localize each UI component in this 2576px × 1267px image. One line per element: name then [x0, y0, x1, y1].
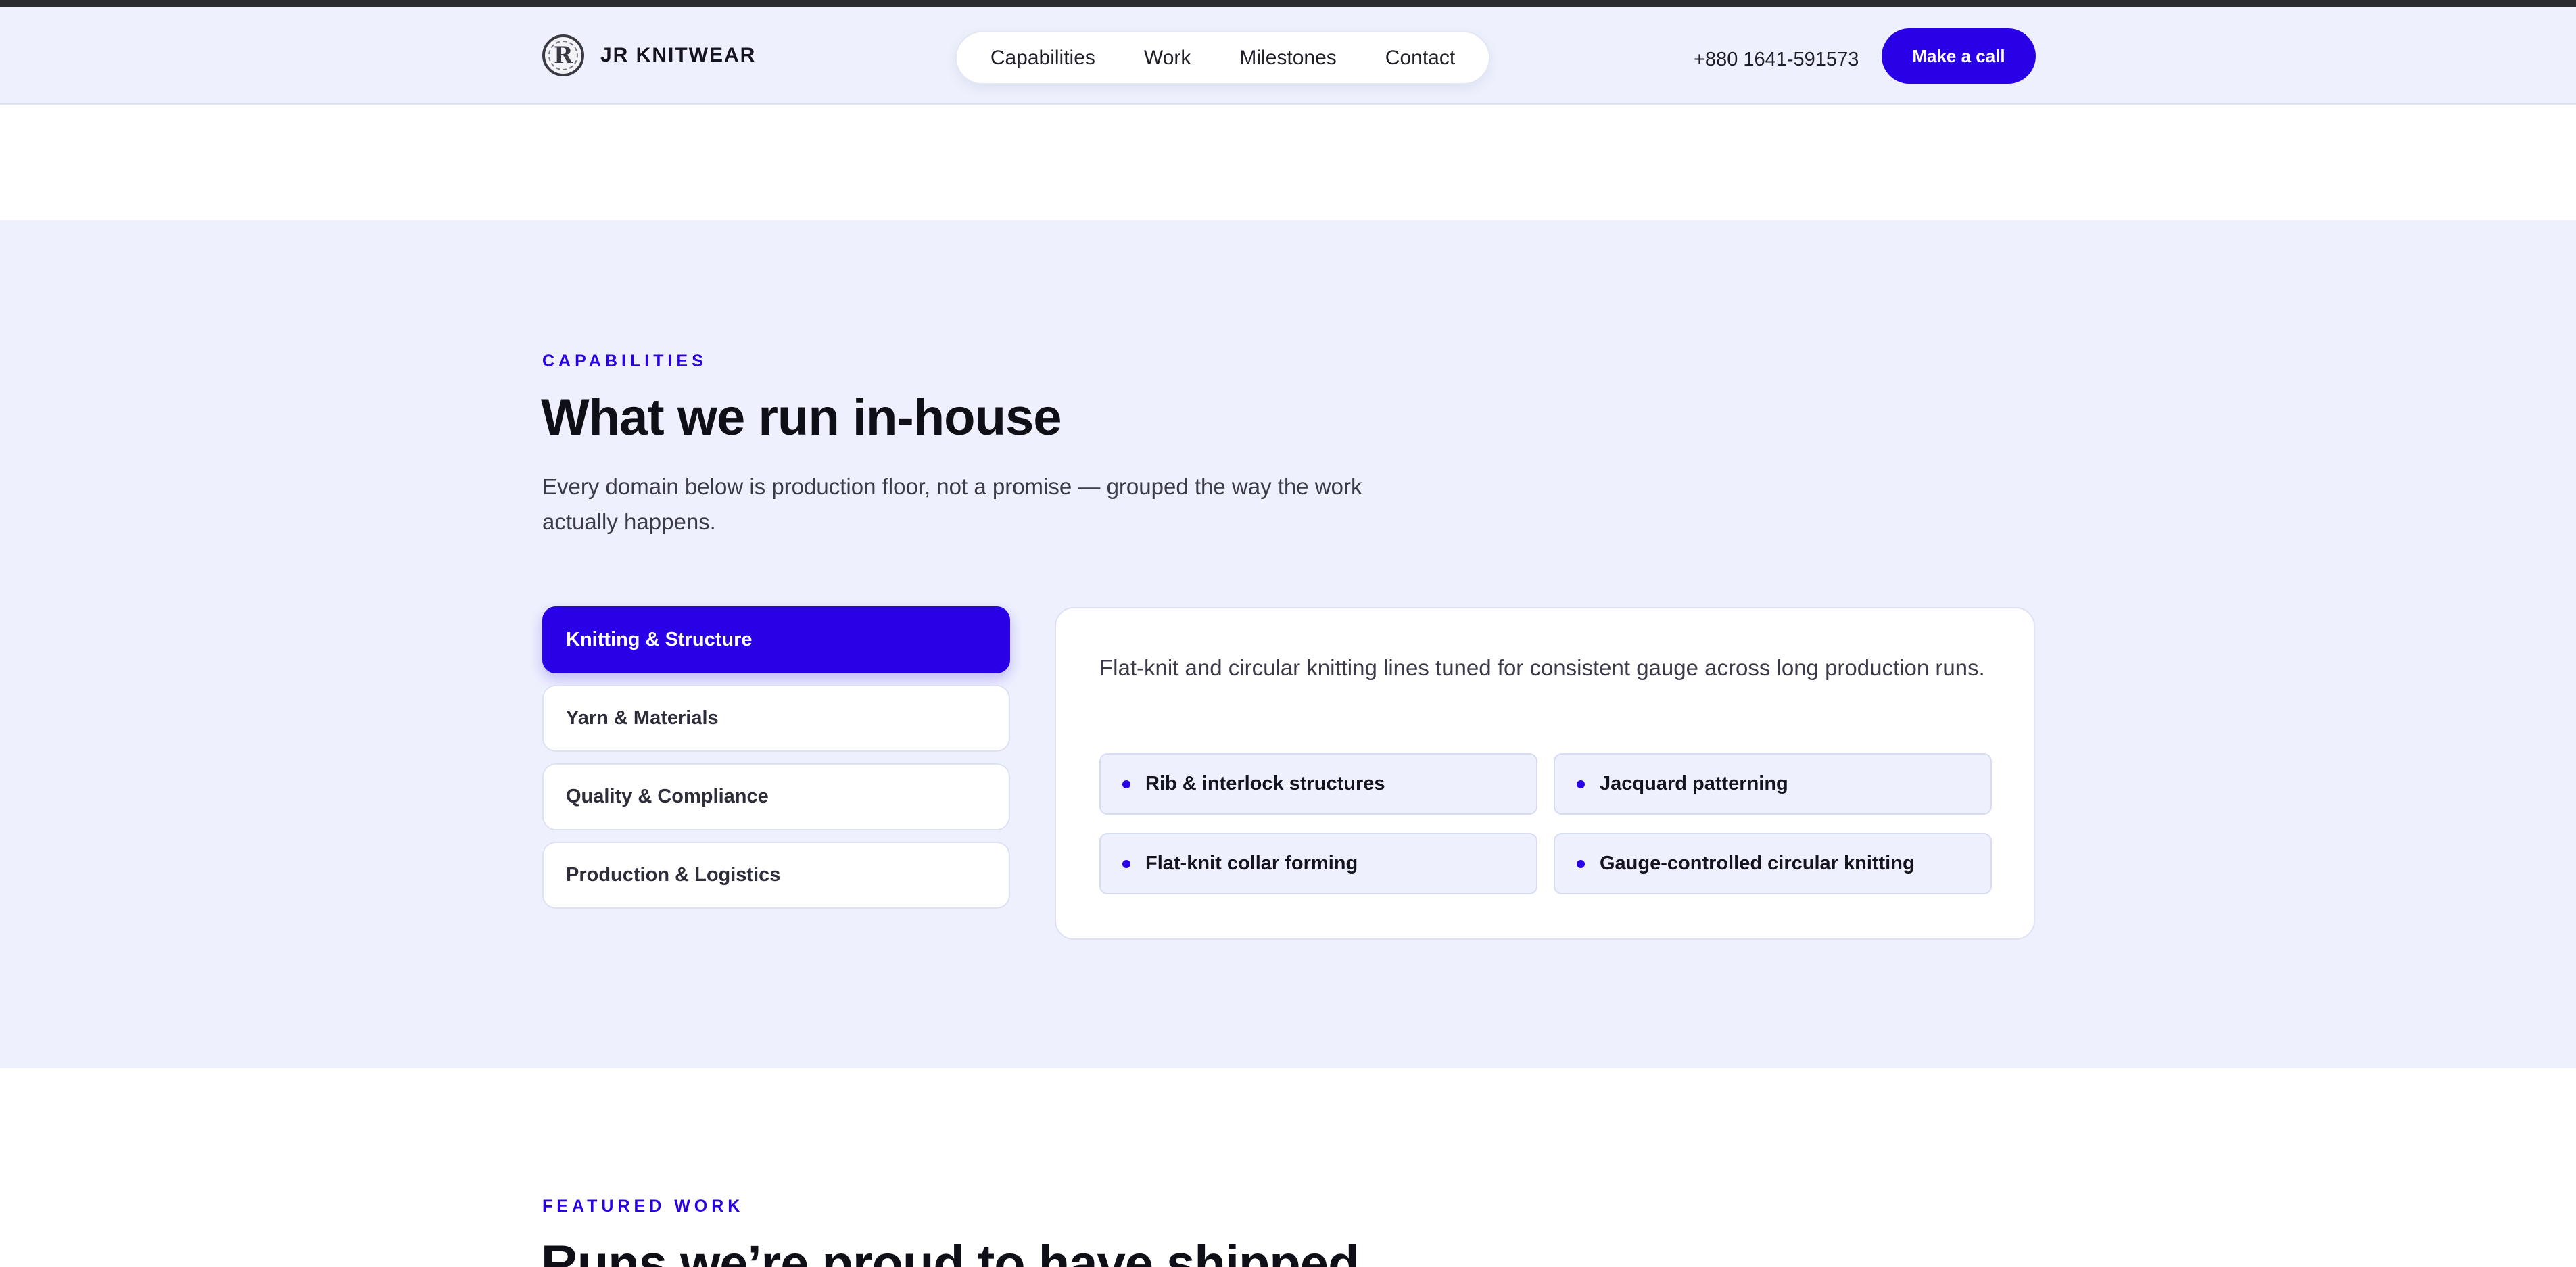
tab-knitting-structure[interactable]: Knitting & Structure: [542, 606, 1010, 673]
tab-quality-compliance[interactable]: Quality & Compliance: [542, 763, 1010, 830]
capability-tabs: Knitting & Structure Yarn & Materials Qu…: [542, 606, 1010, 920]
phone-number-link[interactable]: +880 1641-591573: [1694, 46, 1859, 73]
nav-item-capabilities[interactable]: Capabilities: [966, 47, 1120, 70]
main-nav: Capabilities Work Milestones Contact: [955, 31, 1490, 85]
nav-item-work[interactable]: Work: [1120, 47, 1215, 70]
bullet-dot-icon: [1577, 780, 1585, 788]
feature-item: Rib & interlock structures: [1099, 753, 1537, 815]
bullet-dot-icon: [1577, 859, 1585, 868]
site-header: R JR KNITWEAR Capabilities Work Mileston…: [0, 7, 2576, 105]
make-a-call-button[interactable]: Make a call: [1882, 28, 2036, 84]
featured-work-eyebrow: FEATURED WORK: [542, 1197, 744, 1216]
tab-yarn-materials[interactable]: Yarn & Materials: [542, 685, 1010, 752]
feature-label: Gauge-controlled circular knitting: [1600, 853, 1915, 874]
bullet-dot-icon: [1122, 859, 1130, 868]
feature-label: Rib & interlock structures: [1145, 773, 1385, 794]
section-eyebrow: CAPABILITIES: [542, 352, 707, 370]
feature-item: Gauge-controlled circular knitting: [1554, 833, 1992, 894]
tab-production-logistics[interactable]: Production & Logistics: [542, 842, 1010, 909]
capabilities-section: CAPABILITIES What we run in-house Every …: [0, 220, 2576, 1068]
nav-item-contact[interactable]: Contact: [1361, 47, 1479, 70]
nav-item-milestones[interactable]: Milestones: [1215, 47, 1360, 70]
panel-description: Flat-knit and circular knitting lines tu…: [1099, 655, 1985, 680]
section-lead: Every domain below is production floor, …: [542, 474, 1362, 534]
bullet-dot-icon: [1122, 780, 1130, 788]
capability-panel: Flat-knit and circular knitting lines tu…: [1055, 607, 2035, 940]
section-title: What we run in-house: [541, 389, 1062, 446]
top-border: [0, 0, 2576, 7]
brand-name: JR KNITWEAR: [600, 44, 757, 66]
featured-work-title: Runs we’re proud to have shipped: [541, 1235, 1359, 1267]
brand[interactable]: R JR KNITWEAR: [542, 33, 756, 78]
feature-label: Jacquard patterning: [1600, 773, 1788, 794]
logo-emblem-icon: R: [542, 34, 584, 76]
feature-label: Flat-knit collar forming: [1145, 853, 1358, 874]
feature-item: Jacquard patterning: [1554, 753, 1992, 815]
feature-item: Flat-knit collar forming: [1099, 833, 1537, 894]
feature-list: Rib & interlock structures Jacquard patt…: [1099, 753, 1992, 894]
